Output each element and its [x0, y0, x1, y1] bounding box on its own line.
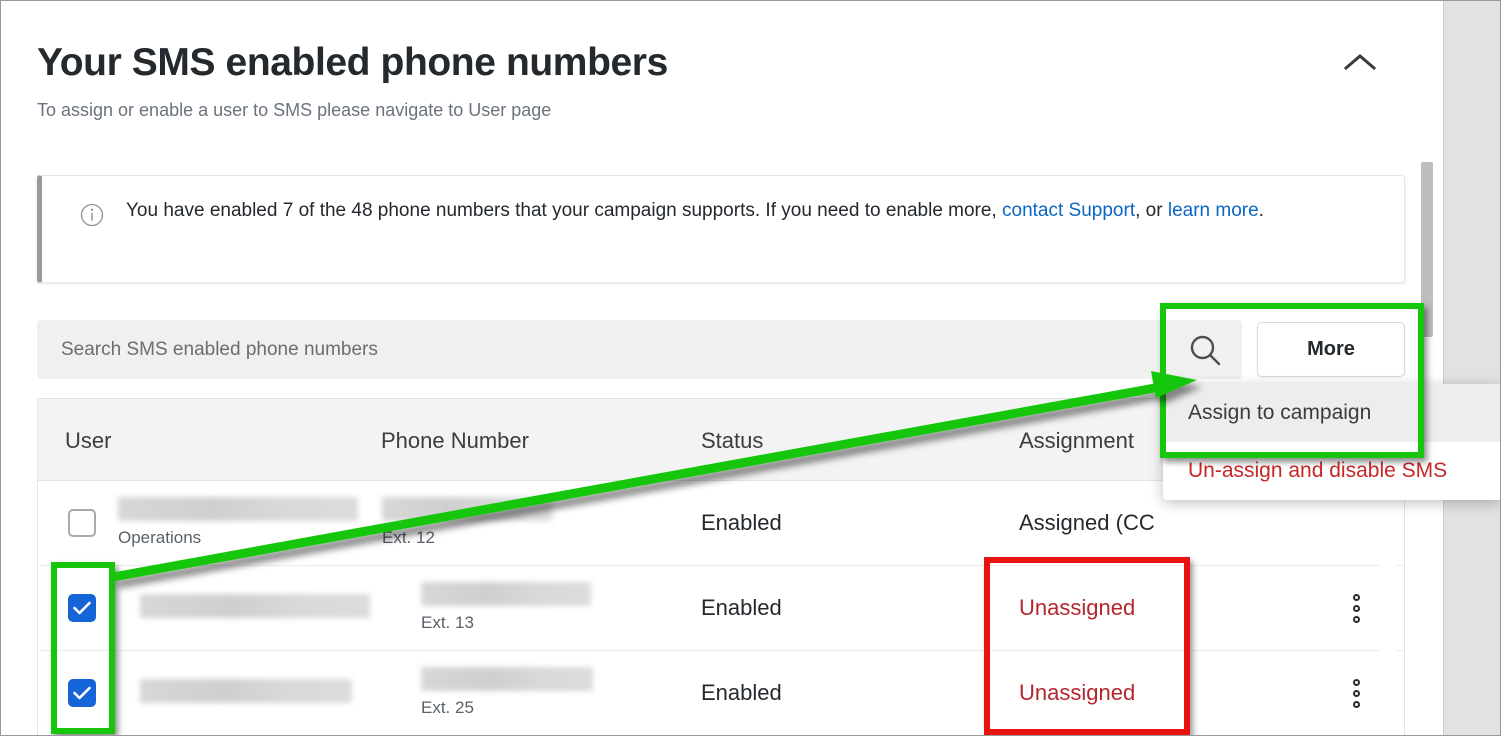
status-value: Enabled	[701, 595, 782, 620]
redacted-phone-number	[421, 582, 591, 606]
redacted-user-name	[140, 594, 370, 618]
redacted-user-name	[140, 679, 352, 703]
info-banner: You have enabled 7 of the 48 phone numbe…	[37, 175, 1405, 283]
kebab-dot	[1352, 615, 1360, 623]
row-overflow-menu-icon[interactable]	[1338, 588, 1374, 628]
assignment-value: Assigned (CC	[1019, 510, 1155, 535]
search-bar[interactable]	[37, 320, 1242, 379]
page-subtitle: To assign or enable a user to SMS please…	[37, 100, 552, 120]
contact-support-link[interactable]: contact Support	[1002, 200, 1135, 221]
assignment-value: Unassigned	[1019, 680, 1136, 705]
chevron-up-icon[interactable]	[1337, 39, 1383, 85]
banner-message: You have enabled 7 of the 48 phone numbe…	[126, 196, 1366, 226]
page-title: Your SMS enabled phone numbers	[37, 41, 668, 84]
kebab-dot	[1352, 689, 1360, 697]
column-header-status: Status	[701, 428, 764, 453]
app-root: Your SMS enabled phone numbers To assign…	[0, 0, 1501, 736]
row-checkbox[interactable]	[68, 594, 96, 622]
status-value: Enabled	[701, 510, 782, 535]
sms-numbers-card: Your SMS enabled phone numbers To assign…	[1, 1, 1500, 735]
table-row[interactable]: Ext. 25 Enabled Unassigned	[38, 651, 1404, 735]
user-department: Operations	[118, 528, 202, 547]
table-row[interactable]: Ext. 13 Enabled Unassigned	[38, 566, 1404, 651]
redacted-user-name	[118, 497, 358, 521]
search-icon[interactable]	[1169, 320, 1241, 379]
phone-extension: Ext. 25	[421, 698, 474, 717]
checkbox-unchecked-icon	[68, 509, 96, 537]
table-scrollbar-track[interactable]	[1380, 481, 1396, 735]
search-glyph	[1190, 335, 1221, 365]
banner-text-part1: You have enabled 7 of the 48 phone numbe…	[126, 200, 1003, 221]
check-glyph	[73, 686, 91, 700]
status-value: Enabled	[701, 680, 782, 705]
more-dropdown-menu: Assign to campaign Un-assign and disable…	[1163, 384, 1500, 500]
more-button[interactable]: More	[1257, 322, 1405, 377]
phone-extension: Ext. 13	[421, 613, 474, 632]
check-glyph	[73, 601, 91, 615]
assignment-value: Unassigned	[1019, 595, 1136, 620]
checkbox-checked-icon	[68, 679, 96, 707]
column-header-assignment: Assignment	[1019, 428, 1134, 453]
banner-text-part2: , or	[1135, 200, 1168, 221]
kebab-dot	[1352, 593, 1360, 601]
phone-extension: Ext. 12	[382, 528, 435, 547]
column-header-user: User	[65, 428, 112, 453]
banner-text-part3: .	[1258, 200, 1264, 221]
search-input[interactable]	[61, 320, 1141, 379]
column-header-phone: Phone Number	[381, 428, 529, 453]
table-scrollbar-thumb[interactable]	[1421, 162, 1433, 337]
kebab-dot	[1352, 678, 1360, 686]
redacted-phone-number	[421, 667, 593, 691]
kebab-dot	[1352, 604, 1360, 612]
row-overflow-menu-icon[interactable]	[1338, 673, 1374, 713]
menu-item-assign-to-campaign[interactable]: Assign to campaign	[1163, 384, 1500, 442]
info-icon	[80, 203, 104, 227]
kebab-dot	[1352, 700, 1360, 708]
menu-item-unassign-disable-sms[interactable]: Un-assign and disable SMS	[1163, 442, 1500, 500]
redacted-phone-number	[382, 497, 552, 521]
checkbox-checked-icon	[68, 594, 96, 622]
row-checkbox[interactable]	[68, 679, 96, 707]
learn-more-link[interactable]: learn more	[1168, 200, 1259, 221]
row-checkbox[interactable]	[68, 509, 96, 537]
chevron-up-glyph	[1343, 54, 1377, 71]
